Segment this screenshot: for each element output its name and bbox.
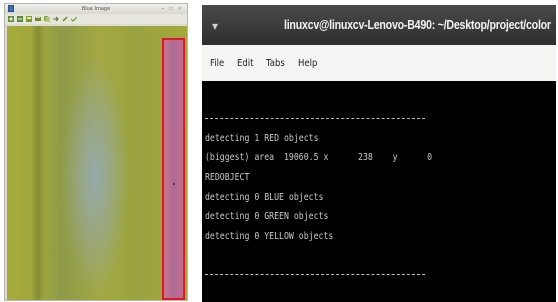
output-line: (biggest) area 19060.5 x 238 y 0 <box>205 152 433 163</box>
viewer-titlebar[interactable]: Blue Image – □ × <box>5 4 187 14</box>
menu-edit[interactable]: Edit <box>237 58 253 69</box>
terminal-window: ▾ linuxcv@linuxcv-Lenovo-B490: ~/Desktop… <box>202 5 556 302</box>
terminal-output[interactable]: detecting 1 RED objects (biggest) area 1… <box>202 81 556 302</box>
zoom-in-icon[interactable] <box>8 16 14 22</box>
output-line: REDOBJECT <box>205 172 250 183</box>
check-icon[interactable] <box>71 16 77 22</box>
terminal-app-icon: ▾ <box>211 19 219 33</box>
terminal-title: linuxcv@linuxcv-Lenovo-B490: ~/Desktop/p… <box>284 17 551 32</box>
camera-image <box>7 26 187 300</box>
output-line: detecting 0 YELLOW objects <box>205 231 334 242</box>
save-icon[interactable] <box>26 16 32 22</box>
pencil-icon[interactable] <box>62 16 68 22</box>
object-center-marker <box>173 183 175 185</box>
terminal-menubar: File Edit Tabs Help <box>202 45 556 81</box>
output-line: detecting 1 RED objects <box>205 133 319 144</box>
red-object-bounding-box <box>162 38 185 300</box>
print-icon[interactable] <box>35 16 41 22</box>
menu-help[interactable]: Help <box>298 58 317 69</box>
viewer-title: Blue Image <box>81 6 111 12</box>
separator-line <box>205 118 425 119</box>
zoom-out-icon[interactable] <box>17 16 23 22</box>
output-line: detecting 0 GREEN objects <box>205 211 329 222</box>
terminal-titlebar[interactable]: ▾ linuxcv@linuxcv-Lenovo-B490: ~/Desktop… <box>202 5 556 45</box>
image-shadow-strip <box>31 26 45 300</box>
image-viewer-window: Blue Image – □ × <box>4 3 188 301</box>
viewer-toolbar <box>5 14 187 24</box>
menu-file[interactable]: File <box>210 58 224 69</box>
viewer-window-controls[interactable]: – □ × <box>162 6 184 12</box>
menu-tabs[interactable]: Tabs <box>266 58 285 69</box>
copy-icon[interactable] <box>44 16 50 22</box>
output-line: detecting 0 BLUE objects <box>205 192 324 203</box>
separator-line <box>205 274 425 275</box>
arrow-icon[interactable] <box>53 16 59 22</box>
